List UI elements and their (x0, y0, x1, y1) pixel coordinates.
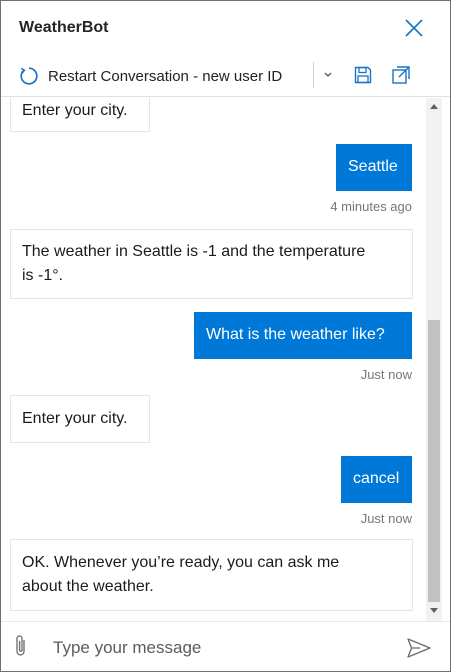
user-message: cancel (341, 456, 412, 503)
message-text: Seattle (348, 158, 398, 175)
toolbar-divider (313, 62, 314, 88)
scrollbar-thumb[interactable] (428, 320, 440, 602)
user-message: Seattle (336, 144, 412, 191)
user-message: What is the weather like? (194, 312, 412, 359)
close-icon[interactable] (403, 17, 425, 39)
bot-message: Enter your city. (10, 98, 150, 132)
refresh-icon (19, 66, 39, 86)
send-box (1, 621, 450, 671)
paperclip-icon[interactable] (12, 633, 30, 659)
message-text-line: about the weather. (22, 578, 154, 595)
transcript: Enter your city. Seattle 4 minutes ago T… (1, 98, 450, 621)
scroll-up-arrow-icon[interactable] (430, 104, 438, 109)
popout-icon[interactable] (390, 64, 412, 86)
message-timestamp: Just now (360, 511, 412, 526)
toolbar: Restart Conversation - new user ID (1, 53, 450, 97)
message-text-line: is -1°. (22, 267, 64, 284)
transcript-scrollbar[interactable] (426, 98, 442, 621)
bot-message: OK. Whenever you’re ready, you can ask m… (10, 539, 413, 611)
message-timestamp: Just now (360, 367, 412, 382)
message-text: cancel (353, 470, 400, 487)
save-icon[interactable] (353, 65, 373, 85)
title-bar: WeatherBot (1, 1, 450, 53)
message-input[interactable] (53, 636, 393, 660)
message-text: Enter your city. (22, 410, 128, 427)
message-text: Enter your city. (22, 102, 128, 119)
webchat-window: WeatherBot Restart Conversation - new us… (0, 0, 451, 672)
restart-conversation-button[interactable]: Restart Conversation - new user ID (19, 65, 282, 87)
message-timestamp: 4 minutes ago (330, 199, 412, 214)
message-text-line: OK. Whenever you’re ready, you can ask m… (22, 554, 340, 571)
scroll-down-arrow-icon[interactable] (430, 608, 438, 613)
restart-conversation-label: Restart Conversation - new user ID (48, 67, 283, 85)
bot-title: WeatherBot (19, 19, 109, 36)
message-text: What is the weather like? (206, 326, 385, 343)
bot-message: Enter your city. (10, 395, 150, 443)
bot-message: The weather in Seattle is -1 and the tem… (10, 229, 413, 299)
chevron-down-icon[interactable] (319, 67, 337, 83)
send-icon[interactable] (406, 637, 432, 659)
message-text-line: The weather in Seattle is -1 and the tem… (22, 243, 366, 260)
